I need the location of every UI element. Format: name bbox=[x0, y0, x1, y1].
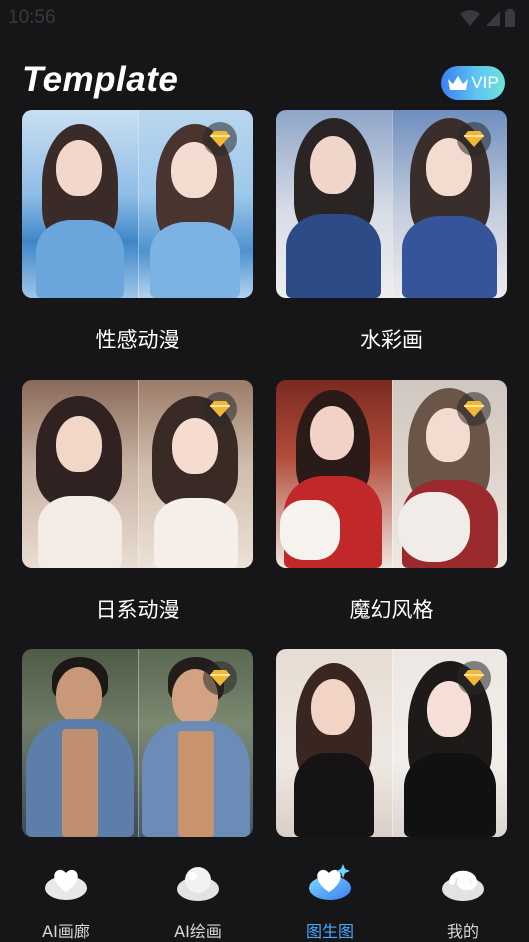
diamond-icon bbox=[464, 131, 484, 147]
premium-gem-badge bbox=[457, 392, 491, 426]
nav-item-mine[interactable]: 我的 bbox=[418, 862, 508, 941]
original-photo bbox=[276, 380, 392, 568]
template-label: 日系动漫 bbox=[95, 598, 180, 622]
original-photo bbox=[276, 649, 392, 837]
wifi-icon bbox=[460, 10, 480, 26]
bottom-nav: AI画廊 AI绘画 图生图 我的 bbox=[0, 852, 529, 942]
ball-cloud-icon bbox=[177, 867, 219, 901]
nav-item-image-to-image[interactable]: 图生图 bbox=[285, 862, 375, 941]
diamond-icon bbox=[464, 670, 484, 686]
nav-label: AI画廊 bbox=[42, 922, 90, 941]
premium-gem-badge bbox=[203, 122, 237, 156]
nav-label: 图生图 bbox=[305, 922, 354, 941]
nav-label: AI绘画 bbox=[174, 922, 222, 941]
page-title: Template bbox=[22, 60, 179, 99]
original-photo bbox=[22, 649, 138, 837]
status-icons bbox=[459, 9, 515, 27]
template-card-watercolor[interactable] bbox=[276, 110, 507, 298]
nav-label: 我的 bbox=[446, 922, 479, 941]
heart-cloud-icon bbox=[45, 869, 87, 900]
diamond-icon bbox=[210, 131, 230, 147]
crown-icon bbox=[448, 76, 469, 90]
template-card-5[interactable] bbox=[22, 649, 253, 837]
template-card-japanese-anime[interactable] bbox=[22, 380, 253, 568]
template-card-6[interactable] bbox=[276, 649, 507, 837]
nav-item-ai-gallery[interactable]: AI画廊 bbox=[21, 862, 111, 941]
template-card-sexy-anime[interactable] bbox=[22, 110, 253, 298]
swirl-cloud-icon bbox=[442, 870, 484, 901]
original-photo bbox=[276, 110, 392, 298]
template-label: 水彩画 bbox=[360, 328, 423, 352]
signal-icon bbox=[486, 11, 500, 26]
battery-icon bbox=[505, 9, 515, 27]
vip-label: VIP bbox=[471, 73, 499, 92]
nav-item-ai-painting[interactable]: AI绘画 bbox=[153, 862, 243, 941]
original-photo bbox=[22, 110, 138, 298]
premium-gem-badge bbox=[457, 661, 491, 695]
vip-button[interactable]: VIP bbox=[441, 66, 505, 100]
heart-gradient-icon bbox=[309, 864, 351, 900]
premium-gem-badge bbox=[203, 661, 237, 695]
template-label: 性感动漫 bbox=[95, 328, 180, 352]
diamond-icon bbox=[210, 401, 230, 417]
premium-gem-badge bbox=[457, 122, 491, 156]
template-label: 魔幻风格 bbox=[349, 598, 434, 622]
status-bar: 10:56 bbox=[0, 0, 529, 36]
original-photo bbox=[22, 380, 138, 568]
diamond-icon bbox=[464, 401, 484, 417]
diamond-icon bbox=[210, 670, 230, 686]
status-time: 10:56 bbox=[8, 7, 56, 28]
template-card-fantasy-style[interactable] bbox=[276, 380, 507, 568]
premium-gem-badge bbox=[203, 392, 237, 426]
